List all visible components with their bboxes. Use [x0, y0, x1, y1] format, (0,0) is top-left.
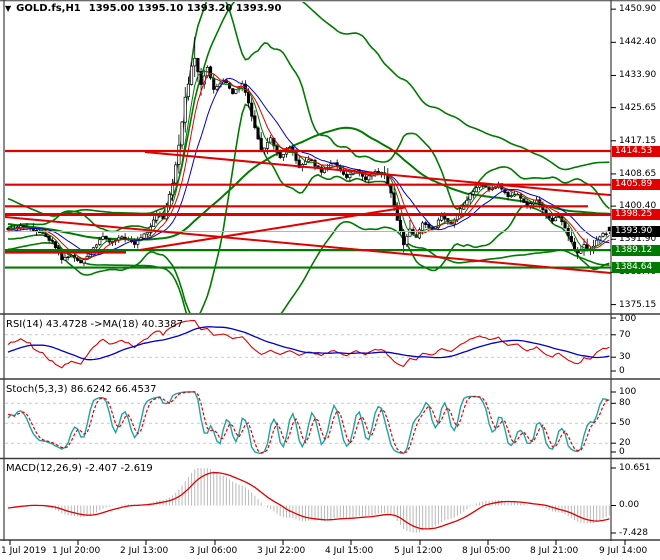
rsi-panel-label: RSI(14) 43.4728 ->MA(18) 40.3387: [6, 319, 183, 330]
price-badge-green: 1389.12: [612, 244, 660, 256]
chart-title: ▼ GOLD.fs,H1 1395.00 1395.10 1393.20 1393.…: [5, 3, 281, 14]
time-axis-label[interactable]: 1 Jul 20:00: [52, 546, 100, 557]
rsi-axis-tick[interactable]: 100: [619, 314, 636, 325]
time-axis-label[interactable]: 5 Jul 12:00: [394, 546, 442, 557]
rsi-axis-tick[interactable]: 30: [619, 352, 630, 363]
time-axis-label[interactable]: 8 Jul 21:00: [530, 546, 578, 557]
price-badge-red: 1405.89: [612, 179, 660, 191]
stoch-axis-tick[interactable]: 0: [619, 447, 625, 458]
time-axis-label[interactable]: 3 Jul 22:00: [257, 546, 305, 557]
time-axis-label[interactable]: 3 Jul 06:00: [189, 546, 237, 557]
chart-window: ▼ GOLD.fs,H1 1395.00 1395.10 1393.20 1393.…: [0, 0, 660, 560]
macd-axis-tick[interactable]: 0.00: [619, 500, 639, 511]
time-axis-label[interactable]: 4 Jul 15:00: [325, 546, 373, 557]
macd-histogram: [7, 468, 610, 533]
price-badge-black: 1393.90: [612, 225, 660, 237]
macd-axis-tick[interactable]: -7.428: [619, 528, 648, 539]
price-axis-tick[interactable]: 1442.40: [619, 37, 656, 48]
stoch-axis-tick[interactable]: 50: [619, 418, 630, 429]
ohlc-values: 1395.00 1395.10 1393.20 1393.90: [88, 3, 282, 14]
price-badge-red: 1398.25: [612, 208, 660, 220]
trend-line: [144, 151, 611, 197]
time-axis-label[interactable]: 1 Jul 2019: [1, 546, 46, 557]
price-chart-canvas[interactable]: [0, 0, 660, 560]
symbol-period: GOLD.fs,H1: [16, 3, 81, 14]
macd-axis-tick[interactable]: 10.651: [619, 463, 651, 474]
stoch-axis-tick[interactable]: 80: [619, 398, 630, 409]
time-axis-label[interactable]: 8 Jul 05:00: [462, 546, 510, 557]
price-badge-green: 1384.64: [612, 262, 660, 274]
time-axis-label[interactable]: 2 Jul 13:00: [120, 546, 168, 557]
price-axis-tick[interactable]: 1450.90: [619, 4, 656, 15]
rsi-axis-tick[interactable]: 70: [619, 330, 630, 341]
macd-panel-label: MACD(12,26,9) -2.407 -2.619: [6, 463, 153, 474]
price-axis-tick[interactable]: 1375.15: [619, 300, 656, 311]
time-axis-label[interactable]: 9 Jul 14:00: [599, 546, 647, 557]
rsi-axis-tick[interactable]: 0: [619, 366, 625, 377]
collapse-arrow-icon[interactable]: ▼: [5, 4, 11, 13]
price-axis-tick[interactable]: 1425.65: [619, 103, 656, 114]
stoch-panel-label: Stoch(5,3,3) 86.6242 66.4537: [6, 384, 157, 395]
stoch-axis-tick[interactable]: 100: [619, 387, 636, 398]
price-axis-tick[interactable]: 1433.90: [619, 70, 656, 81]
price-badge-red: 1414.53: [612, 145, 660, 157]
